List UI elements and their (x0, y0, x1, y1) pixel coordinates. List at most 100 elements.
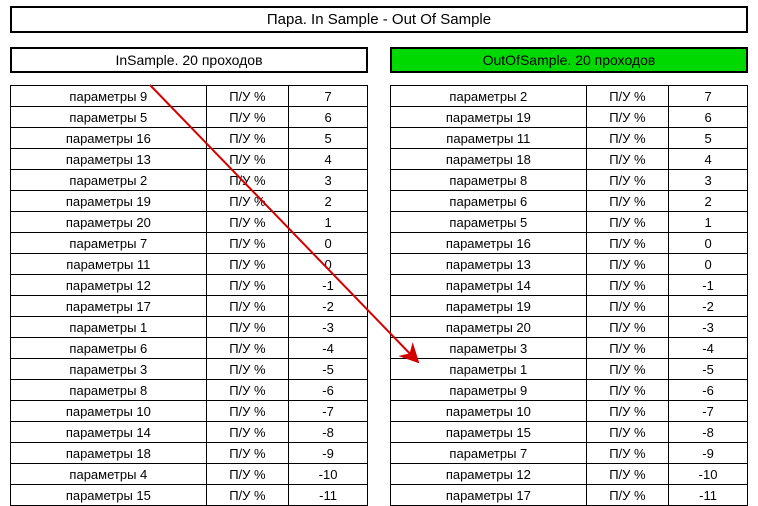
param-name: параметры 13 (391, 254, 587, 275)
param-name: параметры 5 (391, 212, 587, 233)
metric-label: П/У % (586, 338, 668, 359)
metric-value: -8 (669, 422, 748, 443)
page-title: Пара. In Sample - Out Of Sample (10, 6, 748, 33)
metric-value: -9 (669, 443, 748, 464)
param-name: параметры 18 (391, 149, 587, 170)
param-name: параметры 9 (11, 86, 207, 107)
table-row: параметры 20П/У %1 (11, 212, 368, 233)
metric-value: -1 (669, 275, 748, 296)
metric-value: 4 (289, 149, 368, 170)
param-name: параметры 16 (391, 233, 587, 254)
metric-value: -3 (669, 317, 748, 338)
metric-label: П/У % (586, 149, 668, 170)
table-row: параметры 11П/У %0 (11, 254, 368, 275)
table-row: параметры 11П/У %5 (391, 128, 748, 149)
table-row: параметры 18П/У %4 (391, 149, 748, 170)
metric-label: П/У % (586, 212, 668, 233)
metric-value: -1 (289, 275, 368, 296)
param-name: параметры 20 (11, 212, 207, 233)
metric-value: 5 (289, 128, 368, 149)
metric-label: П/У % (206, 422, 288, 443)
table-row: параметры 15П/У %-8 (391, 422, 748, 443)
table-row: параметры 12П/У %-1 (11, 275, 368, 296)
metric-label: П/У % (206, 191, 288, 212)
table-row: параметры 13П/У %0 (391, 254, 748, 275)
param-name: параметры 10 (391, 401, 587, 422)
metric-label: П/У % (206, 128, 288, 149)
metric-value: 7 (669, 86, 748, 107)
table-row: параметры 4П/У %-10 (11, 464, 368, 485)
metric-value: 7 (289, 86, 368, 107)
param-name: параметры 7 (11, 233, 207, 254)
param-name: параметры 4 (11, 464, 207, 485)
param-name: параметры 9 (391, 380, 587, 401)
metric-value: -7 (669, 401, 748, 422)
metric-value: 0 (669, 254, 748, 275)
param-name: параметры 2 (391, 86, 587, 107)
metric-label: П/У % (206, 170, 288, 191)
metric-label: П/У % (206, 464, 288, 485)
table-row: параметры 16П/У %0 (391, 233, 748, 254)
table-row: параметры 19П/У %-2 (391, 296, 748, 317)
metric-label: П/У % (586, 86, 668, 107)
metric-value: -6 (669, 380, 748, 401)
param-name: параметры 15 (11, 485, 207, 506)
table-row: параметры 9П/У %-6 (391, 380, 748, 401)
in-sample-table: параметры 9П/У %7параметры 5П/У %6параме… (10, 85, 368, 506)
table-row: параметры 7П/У %-9 (391, 443, 748, 464)
metric-value: 0 (289, 233, 368, 254)
param-name: параметры 5 (11, 107, 207, 128)
metric-value: 1 (669, 212, 748, 233)
metric-label: П/У % (206, 86, 288, 107)
metric-label: П/У % (206, 338, 288, 359)
param-name: параметры 12 (11, 275, 207, 296)
metric-label: П/У % (206, 317, 288, 338)
metric-label: П/У % (586, 422, 668, 443)
param-name: параметры 2 (11, 170, 207, 191)
param-name: параметры 14 (11, 422, 207, 443)
out-of-sample-table: параметры 2П/У %7параметры 19П/У %6парам… (390, 85, 748, 506)
table-row: параметры 10П/У %-7 (391, 401, 748, 422)
metric-label: П/У % (206, 443, 288, 464)
metric-value: 0 (289, 254, 368, 275)
param-name: параметры 8 (391, 170, 587, 191)
table-row: параметры 12П/У %-10 (391, 464, 748, 485)
metric-label: П/У % (586, 464, 668, 485)
table-row: параметры 1П/У %-5 (391, 359, 748, 380)
table-row: параметры 6П/У %2 (391, 191, 748, 212)
metric-value: -10 (669, 464, 748, 485)
table-row: параметры 15П/У %-11 (11, 485, 368, 506)
metric-label: П/У % (206, 275, 288, 296)
metric-value: -3 (289, 317, 368, 338)
metric-label: П/У % (206, 380, 288, 401)
metric-value: 2 (289, 191, 368, 212)
metric-value: -5 (669, 359, 748, 380)
metric-label: П/У % (206, 233, 288, 254)
param-name: параметры 14 (391, 275, 587, 296)
metric-label: П/У % (206, 107, 288, 128)
metric-value: 2 (669, 191, 748, 212)
param-name: параметры 19 (391, 296, 587, 317)
param-name: параметры 7 (391, 443, 587, 464)
table-row: параметры 16П/У %5 (11, 128, 368, 149)
metric-label: П/У % (586, 359, 668, 380)
param-name: параметры 17 (391, 485, 587, 506)
table-row: параметры 17П/У %-11 (391, 485, 748, 506)
metric-value: 5 (669, 128, 748, 149)
metric-value: -2 (669, 296, 748, 317)
table-row: параметры 14П/У %-8 (11, 422, 368, 443)
table-row: параметры 8П/У %-6 (11, 380, 368, 401)
table-row: параметры 2П/У %7 (391, 86, 748, 107)
metric-label: П/У % (586, 233, 668, 254)
metric-label: П/У % (206, 149, 288, 170)
param-name: параметры 20 (391, 317, 587, 338)
param-name: параметры 13 (11, 149, 207, 170)
table-row: параметры 3П/У %-4 (391, 338, 748, 359)
param-name: параметры 18 (11, 443, 207, 464)
table-row: параметры 14П/У %-1 (391, 275, 748, 296)
metric-value: 6 (289, 107, 368, 128)
table-row: параметры 3П/У %-5 (11, 359, 368, 380)
metric-value: -11 (669, 485, 748, 506)
metric-value: -8 (289, 422, 368, 443)
param-name: параметры 6 (11, 338, 207, 359)
